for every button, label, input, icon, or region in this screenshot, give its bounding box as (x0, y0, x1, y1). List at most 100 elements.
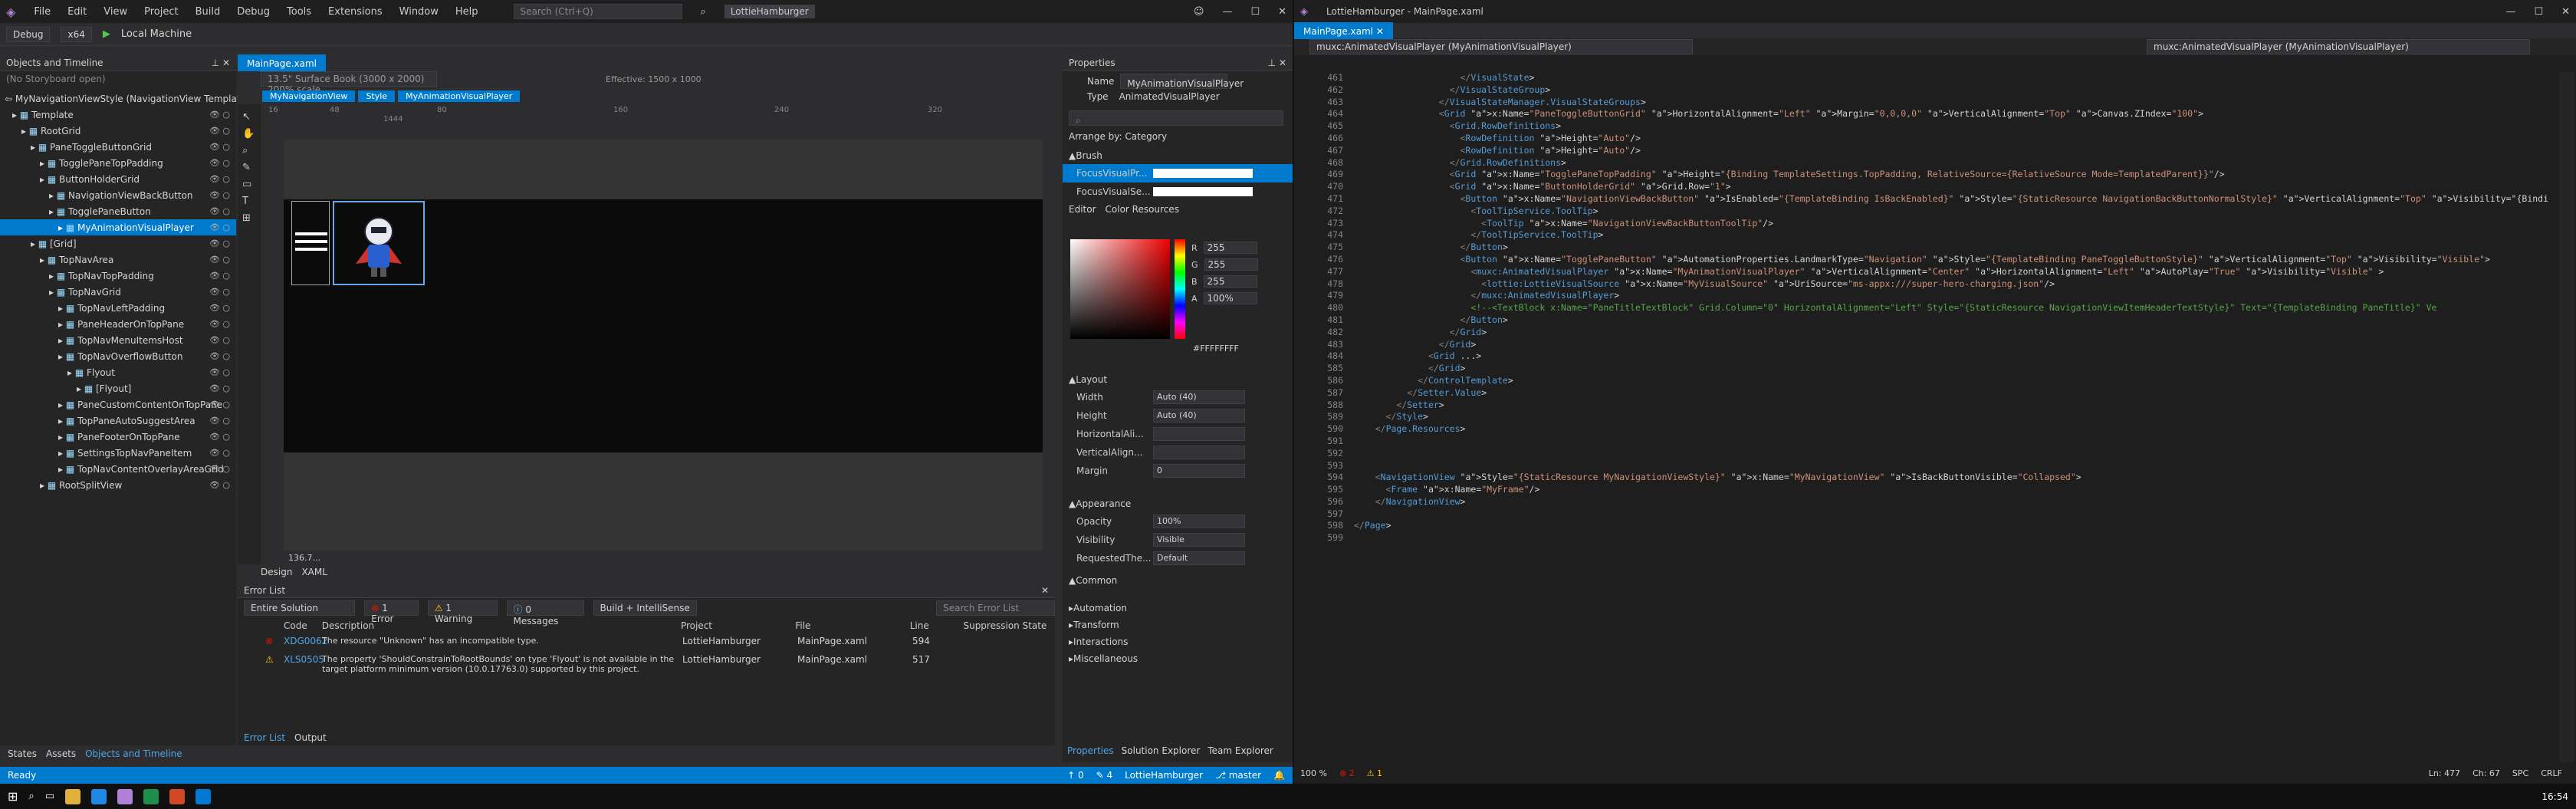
code-line[interactable]: 596 </NavigationView> (1309, 496, 2551, 508)
appearance-property[interactable]: RequestedThe... Default (1063, 549, 1293, 567)
tree-item[interactable]: ▸ ▦ RootSplitView 👁 ○ (0, 477, 236, 493)
visibility-eye-icon[interactable]: 👁 ○ (209, 238, 230, 248)
bottom-tab[interactable]: Objects and Timeline (85, 748, 182, 759)
visibility-eye-icon[interactable]: 👁 ○ (209, 448, 230, 458)
search-input[interactable]: Search (Ctrl+Q) (513, 4, 682, 19)
visibility-eye-icon[interactable]: 👁 ○ (209, 464, 230, 474)
code-line[interactable]: 595 <Frame "a">x:Name="MyFrame"/> (1309, 484, 2551, 496)
expand-icon[interactable]: ▸ (40, 158, 48, 169)
visibility-eye-icon[interactable]: 👁 ○ (209, 351, 230, 361)
error-panel-tab[interactable]: Error List (244, 732, 285, 743)
tree-item[interactable]: ▸ ▦ TopNavGrid 👁 ○ (0, 284, 236, 300)
property-search[interactable]: ⌕ (1069, 110, 1283, 126)
tree-item[interactable]: ▸ ▦ Template 👁 ○ (0, 107, 236, 123)
tree-item[interactable]: ▸ ▦ TopNavLeftPadding 👁 ○ (0, 300, 236, 316)
line-ending[interactable]: CRLF (2541, 768, 2562, 778)
maximize-button[interactable]: ☐ (2534, 6, 2543, 18)
zoom-dropdown[interactable]: 100 % (1300, 768, 1327, 778)
expand-icon[interactable]: ▸ (21, 126, 29, 136)
code-line[interactable]: 597 (1309, 508, 2551, 521)
tree-item[interactable]: ▸ ▦ PaneToggleButtonGrid 👁 ○ (0, 139, 236, 155)
code-line[interactable]: 469 <Grid "a">x:Name="TogglePaneTopPaddi… (1309, 169, 2551, 181)
expand-icon[interactable]: ▸ (58, 432, 66, 442)
menu-edit[interactable]: Edit (67, 6, 87, 18)
device-dropdown[interactable]: 13.5" Surface Book (3000 x 2000) 200% sc… (261, 71, 437, 95)
editor-tab[interactable]: Editor (1069, 204, 1096, 215)
expand-icon[interactable]: ▸ (31, 238, 38, 249)
menu-build[interactable]: Build (196, 6, 221, 18)
branch-icon[interactable]: ⎇ master (1215, 770, 1261, 781)
expand-icon[interactable]: ▸ (58, 222, 66, 233)
layout-section[interactable]: ▲ Layout (1063, 371, 1293, 388)
code-line[interactable]: 586 </ControlTemplate> (1309, 375, 2551, 387)
error-column-header[interactable]: Code (284, 620, 322, 631)
brush-tool-icon[interactable]: ▭ (242, 176, 256, 193)
expand-icon[interactable]: ▸ (40, 255, 48, 265)
code-line[interactable]: 588 </Setter> (1309, 400, 2551, 412)
menu-project[interactable]: Project (144, 6, 178, 18)
code-line[interactable]: 594 <NavigationView "a">Style="{StaticRe… (1309, 472, 2551, 484)
code-line[interactable]: 470 <Grid "a">x:Name="ButtonHolderGrid" … (1309, 181, 2551, 193)
properties-bottom-tab[interactable]: Team Explorer (1208, 745, 1273, 756)
text-tool-icon[interactable]: T (242, 193, 256, 210)
tree-item[interactable]: ▸ ▦ TopNavTopPadding 👁 ○ (0, 268, 236, 284)
breadcrumb-item[interactable]: Style (358, 90, 396, 102)
code-line[interactable]: 463 </VisualStateManager.VisualStateGrou… (1309, 97, 2551, 109)
layout-property[interactable]: Width Auto (40) (1063, 388, 1293, 406)
errors-filter[interactable]: ⊗ 1 Error (364, 600, 419, 624)
visibility-eye-icon[interactable]: 👁 ○ (209, 383, 230, 393)
properties-bottom-tab[interactable]: Properties (1067, 745, 1114, 756)
code-line[interactable]: 593 (1309, 460, 2551, 472)
visibility-eye-icon[interactable]: 👁 ○ (209, 158, 230, 168)
powerpoint-icon[interactable] (169, 788, 185, 804)
visibility-eye-icon[interactable]: 👁 ○ (209, 255, 230, 265)
minimize-button[interactable]: — (1222, 6, 1232, 18)
tree-item[interactable]: ▸ ▦ TopNavContentOverlayAreaGrid 👁 ○ (0, 461, 236, 477)
code-line[interactable]: 464 <Grid "a">x:Name="PaneToggleButtonGr… (1309, 108, 2551, 120)
code-line[interactable]: 479 </muxc:AnimatedVisualPlayer> (1309, 290, 2551, 302)
tree-item[interactable]: ▸ ▦ TopNavOverflowButton 👁 ○ (0, 348, 236, 364)
brush-item[interactable]: FocusVisualPr... (1063, 164, 1293, 183)
visibility-eye-icon[interactable]: 👁 ○ (209, 432, 230, 442)
error-row[interactable]: ⚠ XLS0505 The property 'ShouldConstrainToR… (238, 652, 1055, 679)
windows-start-icon[interactable]: ⊞ (8, 789, 18, 804)
expand-icon[interactable]: ▸ (77, 383, 84, 394)
view-tab[interactable]: XAML (301, 567, 327, 577)
expand-icon[interactable]: ▸ (40, 480, 48, 491)
hue-slider[interactable] (1175, 239, 1185, 339)
excel-icon[interactable] (143, 788, 159, 804)
config-dropdown[interactable]: Debug (6, 26, 51, 42)
rgba-row[interactable]: G 255 (1191, 256, 1283, 273)
tree-item[interactable]: ▸ ▦ TogglePaneButton 👁 ○ (0, 203, 236, 219)
view-tab[interactable]: Design (261, 567, 292, 577)
expand-icon[interactable]: ▸ (31, 142, 38, 153)
code-line[interactable]: 483 </Grid> (1309, 339, 2551, 351)
rgba-row[interactable]: R 255 (1191, 239, 1283, 256)
task-view-icon[interactable]: ▭ (45, 791, 54, 802)
editor-warning-icon[interactable]: ⚠ 1 (1367, 768, 1382, 778)
tree-item[interactable]: ▸ ▦ PaneHeaderOnTopPane 👁 ○ (0, 316, 236, 332)
code-line[interactable]: 477 <muxc:AnimatedVisualPlayer "a">x:Nam… (1309, 266, 2551, 278)
editor-error-icon[interactable]: ⊗ 2 (1339, 768, 1355, 778)
visibility-eye-icon[interactable]: 👁 ○ (209, 480, 230, 490)
maximize-button[interactable]: ☐ (1250, 6, 1260, 18)
error-code[interactable]: XLS0505 (284, 654, 324, 665)
status-project[interactable]: LottieHamburger (1125, 770, 1203, 781)
arrange-dropdown[interactable]: Arrange by: Category (1069, 129, 1286, 144)
code-line[interactable]: 472 <ToolTipService.ToolTip> (1309, 206, 2551, 218)
storyboard-selector[interactable]: (No Storyboard open) (0, 71, 236, 87)
code-line[interactable]: 468 </Grid.RowDefinitions> (1309, 157, 2551, 169)
layout-property[interactable]: HorizontalAli... (1063, 425, 1293, 443)
run-target[interactable]: Local Machine (121, 28, 192, 40)
visibility-eye-icon[interactable]: 👁 ○ (209, 271, 230, 281)
menu-window[interactable]: Window (399, 6, 439, 18)
expand-icon[interactable]: ▸ (58, 448, 66, 459)
code-line[interactable]: 462 </VisualStateGroup> (1309, 84, 2551, 97)
tree-item[interactable]: ▸ ▦ ButtonHolderGrid 👁 ○ (0, 171, 236, 187)
property-section[interactable]: ▸ Automation (1063, 600, 1293, 617)
search-icon[interactable]: ⌕ (701, 6, 706, 18)
error-search-input[interactable]: Search Error List (936, 600, 1055, 616)
visibility-eye-icon[interactable]: 👁 ○ (209, 319, 230, 329)
edge-icon[interactable] (90, 788, 107, 804)
code-line[interactable]: 484 <Grid ...> (1309, 350, 2551, 363)
